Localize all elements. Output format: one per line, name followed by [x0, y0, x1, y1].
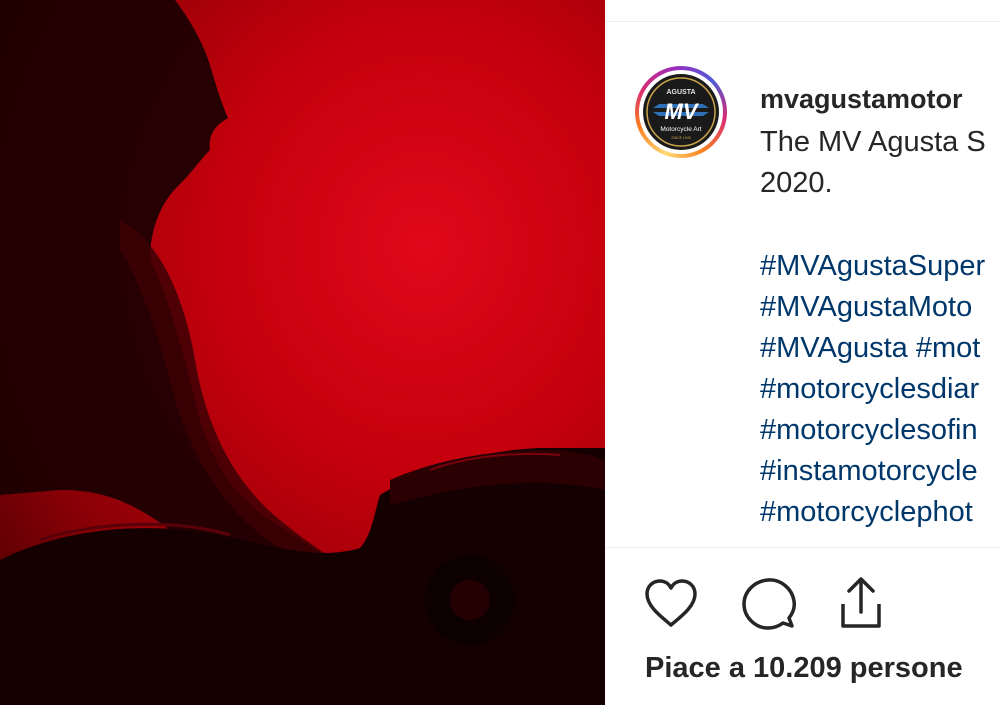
- svg-text:AGUSTA: AGUSTA: [666, 89, 695, 96]
- caption-line: The MV Agusta S: [760, 126, 986, 158]
- post-username[interactable]: mvagustamotor: [760, 84, 963, 115]
- svg-text:Motorcycle Art: Motorcycle Art: [660, 126, 701, 133]
- post-photo[interactable]: [0, 0, 605, 705]
- comment-button[interactable]: [739, 574, 799, 634]
- top-divider: [605, 21, 1000, 22]
- photo-silhouette: [0, 0, 605, 705]
- hashtag-link[interactable]: #motorcyclephot: [760, 492, 1000, 533]
- caption-line: 2020.: [760, 167, 833, 199]
- share-button[interactable]: [831, 574, 891, 634]
- post-caption: The MV Agusta S 2020. #MVAgustaSuper #MV…: [760, 122, 1000, 533]
- profile-avatar[interactable]: AGUSTA MV Motorcycle Art SINCE 1945: [635, 66, 727, 158]
- actions-divider: [605, 547, 1000, 548]
- like-button[interactable]: [641, 574, 701, 634]
- heart-icon: [645, 579, 697, 627]
- hashtag-link[interactable]: #MVAgusta #mot: [760, 328, 1000, 369]
- svg-text:SINCE 1945: SINCE 1945: [671, 136, 691, 140]
- comment-icon: [742, 578, 796, 630]
- svg-text:MV: MV: [665, 99, 700, 124]
- post-details-panel: AGUSTA MV Motorcycle Art SINCE 1945 mvag…: [605, 0, 1000, 705]
- mv-agusta-logo: AGUSTA MV Motorcycle Art SINCE 1945: [643, 74, 719, 150]
- hashtag-link[interactable]: #MVAgustaSuper: [760, 246, 1000, 287]
- likes-count[interactable]: Piace a 10.209 persone: [645, 652, 963, 685]
- share-icon: [841, 577, 881, 628]
- hashtag-link[interactable]: #motorcyclesdiar: [760, 369, 1000, 410]
- avatar-inner: AGUSTA MV Motorcycle Art SINCE 1945: [639, 70, 723, 154]
- hashtag-link[interactable]: #MVAgustaMoto: [760, 287, 1000, 328]
- hashtag-link[interactable]: #motorcyclesofin: [760, 410, 1000, 451]
- hashtag-link[interactable]: #instamotorcycle: [760, 451, 1000, 492]
